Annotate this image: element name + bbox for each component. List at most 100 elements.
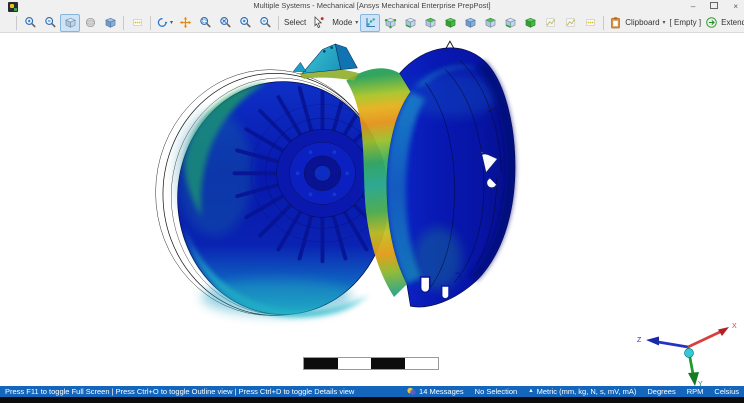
- zoom-box-icon: [199, 16, 212, 29]
- triad-origin-ball: [685, 349, 694, 358]
- view-sphere-icon: [84, 16, 97, 29]
- probe-graph-1-button[interactable]: [540, 14, 560, 32]
- probe-graph-2-icon: [565, 17, 576, 28]
- restore-button[interactable]: [710, 0, 718, 13]
- select-face-alt-icon: [484, 16, 497, 29]
- zoom-in-button[interactable]: [20, 14, 40, 32]
- select-vertex-button[interactable]: [380, 14, 400, 32]
- select-edge-icon: [404, 16, 417, 29]
- minimize-button[interactable]: –: [691, 0, 695, 13]
- top-bracket: [293, 44, 359, 81]
- coordinate-triad[interactable]: X Z Y: [632, 316, 744, 388]
- select-cursor-icon: [312, 16, 325, 29]
- zoom-out-alt-icon: [259, 16, 272, 29]
- pan-icon: [179, 16, 192, 29]
- zoom-out-alt-button[interactable]: [255, 14, 275, 32]
- select-body-alt-button[interactable]: [460, 14, 480, 32]
- extend-icon: [705, 16, 718, 29]
- scale-segment: [304, 358, 338, 369]
- restore-icon: [710, 2, 718, 9]
- select-face-icon: [424, 16, 437, 29]
- select-multi-button[interactable]: [520, 14, 540, 32]
- toolbar-separator: [603, 16, 604, 30]
- clipboard-icon: [609, 16, 622, 29]
- zoom-in-icon: [24, 16, 37, 29]
- toolbar-separator: [123, 16, 124, 30]
- select-cursor-button[interactable]: [308, 14, 328, 32]
- clipboard-dropdown[interactable]: Clipboard▾: [607, 14, 667, 32]
- toolbar-separator: [16, 16, 17, 30]
- units-label: Metric (mm, kg, N, s, mV, mA): [537, 387, 637, 396]
- select-face-alt-button[interactable]: [480, 14, 500, 32]
- zoom-out-button[interactable]: [40, 14, 60, 32]
- rotate-icon: [156, 16, 169, 29]
- zoom-fit-button[interactable]: [215, 14, 235, 32]
- select-edge-alt-button[interactable]: [500, 14, 520, 32]
- statusbar-right: 14 Messages No Selection ▲ Metric (mm, k…: [407, 387, 739, 396]
- triad-x-arrow: [718, 327, 729, 336]
- mode-dropdown[interactable]: Mode▾: [328, 14, 360, 32]
- view-sphere-button[interactable]: [80, 14, 100, 32]
- window-controls: – ×: [691, 0, 738, 13]
- pan-button[interactable]: [175, 14, 195, 32]
- scale-segment: [405, 358, 439, 369]
- probe-box-icon: [585, 17, 596, 28]
- snap-graph-button[interactable]: [360, 14, 380, 32]
- select-body-button[interactable]: [440, 14, 460, 32]
- messages-button[interactable]: 14 Messages: [407, 387, 464, 396]
- select-face-button[interactable]: [420, 14, 440, 32]
- dropdown-caret-icon: ▾: [355, 19, 358, 27]
- messages-count: 14 Messages: [419, 387, 464, 396]
- clipboard-empty-label: [ Empty ]: [668, 18, 704, 27]
- rotate-button[interactable]: ▾: [154, 14, 175, 32]
- probe-graph-2-button[interactable]: [560, 14, 580, 32]
- scale-ruler: [303, 357, 439, 370]
- view-iso-icon: [104, 16, 117, 29]
- view-cube-button[interactable]: [60, 14, 80, 32]
- zoom-fit-icon: [219, 16, 232, 29]
- view-cube-icon: [64, 16, 77, 29]
- zoom-in-alt-button[interactable]: [235, 14, 255, 32]
- scale-segment: [371, 358, 405, 369]
- select-edge-alt-icon: [504, 16, 517, 29]
- extend-label: Extend: [719, 18, 744, 27]
- extend-dropdown[interactable]: Extend▾: [703, 14, 744, 32]
- units-button[interactable]: ▲ Metric (mm, kg, N, s, mV, mA): [528, 387, 636, 396]
- snap-graph-icon: [364, 16, 377, 29]
- status-bar: Press F11 to toggle Full Screen | Press …: [0, 386, 744, 397]
- wireframe-toggle-button[interactable]: [127, 14, 147, 32]
- scale-segment: [338, 358, 372, 369]
- temperature-unit-button[interactable]: Celsius: [714, 387, 739, 396]
- zoom-box-button[interactable]: [195, 14, 215, 32]
- zoom-out-icon: [44, 16, 57, 29]
- toolbar-separator: [278, 16, 279, 30]
- select-body-alt-icon: [464, 16, 477, 29]
- app-window: Multiple Systems - Mechanical [Ansys Mec…: [0, 0, 744, 403]
- bottom-strip: [0, 397, 744, 403]
- select-multi-icon: [524, 16, 537, 29]
- close-button[interactable]: ×: [733, 0, 738, 13]
- select-edge-button[interactable]: [400, 14, 420, 32]
- probe-graph-1-icon: [545, 17, 556, 28]
- window-title: Multiple Systems - Mechanical [Ansys Mec…: [0, 1, 744, 10]
- triad-z-label: Z: [637, 337, 642, 344]
- main-toolbar: ▾ Select Mode▾ Clipboard▾ [ Empty ] Exte…: [0, 13, 744, 33]
- fan-hub: [277, 129, 369, 217]
- view-iso-button[interactable]: [100, 14, 120, 32]
- graphics-viewport[interactable]: X Z Y: [0, 33, 744, 386]
- rotation-unit-button[interactable]: RPM: [687, 387, 704, 396]
- angle-unit-button[interactable]: Degrees: [647, 387, 675, 396]
- statusbar-hints: Press F11 to toggle Full Screen | Press …: [5, 387, 354, 396]
- mode-label: Mode: [330, 18, 354, 27]
- select-vertex-icon: [384, 16, 397, 29]
- dropdown-caret-icon: ▾: [663, 19, 666, 27]
- zoom-in-alt-icon: [239, 16, 252, 29]
- triad-x-label: X: [732, 323, 737, 330]
- units-caret-icon: ▲: [528, 388, 533, 395]
- triad-z-arrow: [646, 337, 659, 346]
- messages-icon: [407, 387, 416, 396]
- probe-box-button[interactable]: [580, 14, 600, 32]
- select-label: Select: [282, 18, 308, 27]
- wireframe-icon: [132, 17, 143, 28]
- select-body-icon: [444, 16, 457, 29]
